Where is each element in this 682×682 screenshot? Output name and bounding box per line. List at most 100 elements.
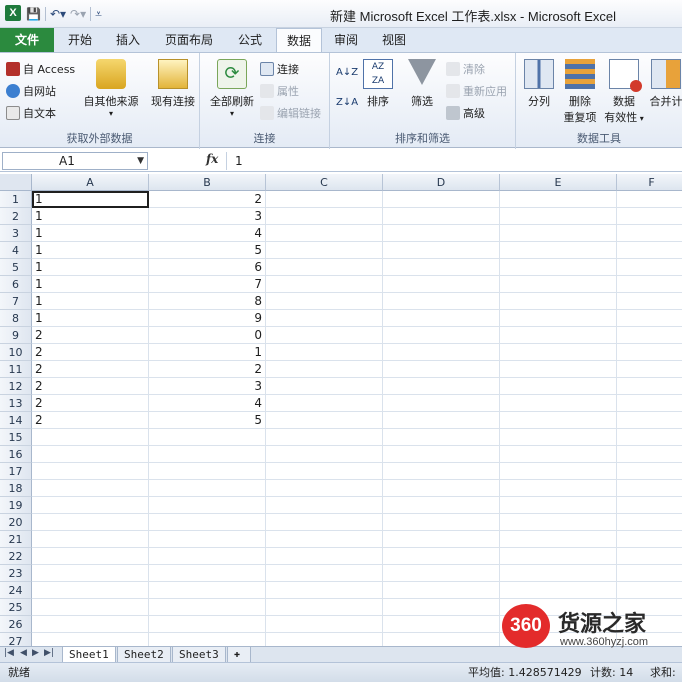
row-header[interactable]: 24 [0, 582, 32, 599]
table-cell[interactable]: 1 [32, 225, 149, 242]
table-cell[interactable] [617, 293, 682, 310]
table-cell[interactable] [266, 259, 383, 276]
table-cell[interactable] [149, 514, 266, 531]
table-cell[interactable] [617, 378, 682, 395]
table-cell[interactable] [266, 293, 383, 310]
table-cell[interactable] [149, 463, 266, 480]
table-cell[interactable]: 4 [149, 395, 266, 412]
remove-duplicates-button[interactable]: 删除 重复项 [560, 59, 600, 125]
table-cell[interactable] [266, 463, 383, 480]
table-cell[interactable] [383, 293, 500, 310]
table-cell[interactable] [32, 565, 149, 582]
table-cell[interactable] [266, 582, 383, 599]
table-cell[interactable] [617, 565, 682, 582]
table-cell[interactable] [149, 582, 266, 599]
tab-formulas[interactable]: 公式 [228, 28, 272, 52]
table-cell[interactable] [617, 208, 682, 225]
table-cell[interactable] [500, 514, 617, 531]
table-cell[interactable] [617, 327, 682, 344]
table-cell[interactable] [266, 276, 383, 293]
tab-file[interactable]: 文件 [0, 28, 54, 52]
clear-filter-button[interactable]: 清除 [446, 61, 485, 77]
table-cell[interactable] [500, 191, 617, 208]
table-cell[interactable] [32, 633, 149, 646]
table-cell[interactable] [383, 395, 500, 412]
table-cell[interactable] [617, 480, 682, 497]
table-cell[interactable] [500, 276, 617, 293]
table-cell[interactable]: 3 [149, 378, 266, 395]
table-cell[interactable]: 2 [32, 378, 149, 395]
sheet-tab-sheet1[interactable]: Sheet1 [62, 647, 116, 663]
column-header-c[interactable]: C [266, 174, 383, 191]
table-cell[interactable]: 1 [32, 242, 149, 259]
insert-sheet-icon[interactable]: ✚ [227, 647, 251, 663]
table-cell[interactable] [617, 412, 682, 429]
table-cell[interactable] [617, 514, 682, 531]
table-cell[interactable]: 1 [32, 293, 149, 310]
table-cell[interactable] [266, 395, 383, 412]
excel-logo-icon[interactable]: X [5, 5, 21, 21]
table-cell[interactable] [149, 548, 266, 565]
table-cell[interactable] [383, 582, 500, 599]
column-header-d[interactable]: D [383, 174, 500, 191]
from-web-button[interactable]: 自网站 [6, 83, 56, 99]
row-header[interactable]: 6 [0, 276, 32, 293]
table-cell[interactable] [500, 531, 617, 548]
row-header[interactable]: 20 [0, 514, 32, 531]
table-cell[interactable] [383, 412, 500, 429]
table-cell[interactable] [32, 582, 149, 599]
table-cell[interactable] [266, 327, 383, 344]
table-cell[interactable] [500, 208, 617, 225]
edit-links-button[interactable]: 编辑链接 [260, 105, 321, 121]
table-cell[interactable] [500, 293, 617, 310]
table-cell[interactable] [149, 565, 266, 582]
table-cell[interactable]: 4 [149, 225, 266, 242]
table-cell[interactable] [383, 531, 500, 548]
table-cell[interactable] [383, 463, 500, 480]
sort-ascending-button[interactable]: A↓Z [336, 67, 358, 78]
row-header[interactable]: 19 [0, 497, 32, 514]
row-header[interactable]: 17 [0, 463, 32, 480]
table-cell[interactable] [266, 242, 383, 259]
table-cell[interactable] [500, 310, 617, 327]
row-header[interactable]: 27 [0, 633, 32, 646]
table-cell[interactable] [32, 531, 149, 548]
table-cell[interactable] [32, 446, 149, 463]
tab-view[interactable]: 视图 [374, 28, 414, 52]
properties-button[interactable]: 属性 [260, 83, 299, 99]
save-icon[interactable]: 💾 [26, 5, 41, 23]
table-cell[interactable] [383, 225, 500, 242]
table-cell[interactable] [266, 514, 383, 531]
table-cell[interactable] [617, 225, 682, 242]
row-header[interactable]: 1 [0, 191, 32, 208]
row-header[interactable]: 25 [0, 599, 32, 616]
column-header-a[interactable]: A [32, 174, 149, 191]
table-cell[interactable] [383, 429, 500, 446]
table-cell[interactable] [383, 480, 500, 497]
table-cell[interactable] [617, 242, 682, 259]
table-cell[interactable] [32, 548, 149, 565]
worksheet-grid[interactable]: A B C D E F 1 1 2 2 1 3 3 1 4 4 1 5 5 1 6 6 1 7 7 1 8 8 1 9 9 2 0 10 2 1 11 2… [0, 174, 682, 646]
table-cell[interactable] [149, 633, 266, 646]
row-header[interactable]: 14 [0, 412, 32, 429]
name-box[interactable]: A1 ▼ [2, 152, 148, 170]
table-cell[interactable] [617, 429, 682, 446]
table-cell[interactable] [500, 412, 617, 429]
advanced-filter-button[interactable]: 高级 [446, 105, 485, 121]
table-cell[interactable] [266, 616, 383, 633]
table-cell[interactable]: 1 [32, 259, 149, 276]
table-cell[interactable] [266, 225, 383, 242]
table-cell[interactable]: 2 [149, 191, 266, 208]
consolidate-button[interactable]: 合并计 [646, 59, 682, 109]
table-cell[interactable] [617, 582, 682, 599]
sheet-tab-sheet2[interactable]: Sheet2 [117, 647, 171, 663]
row-header[interactable]: 18 [0, 480, 32, 497]
formula-input[interactable]: 1 [226, 152, 680, 170]
row-header[interactable]: 15 [0, 429, 32, 446]
table-cell[interactable] [149, 599, 266, 616]
table-cell[interactable] [617, 310, 682, 327]
table-cell[interactable] [266, 208, 383, 225]
table-cell[interactable] [383, 378, 500, 395]
row-header[interactable]: 5 [0, 259, 32, 276]
table-cell[interactable]: 1 [32, 276, 149, 293]
